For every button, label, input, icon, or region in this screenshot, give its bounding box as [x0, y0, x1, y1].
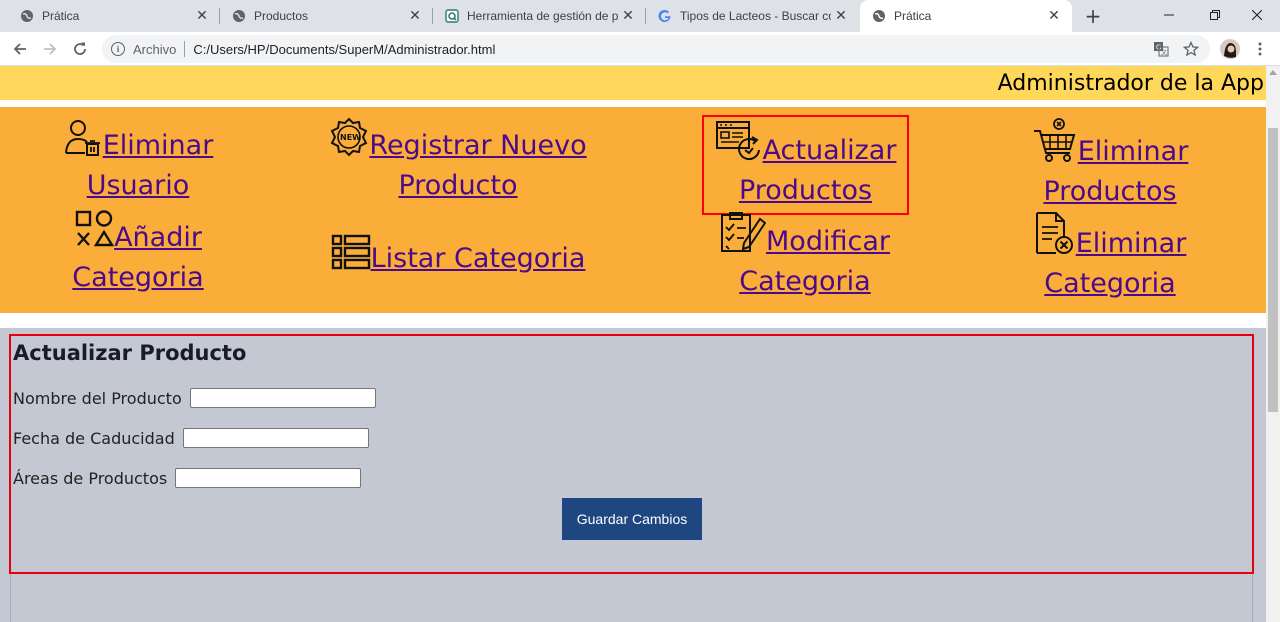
- menu-label: Listar Categoria: [370, 243, 586, 274]
- admin-menu: Eliminar Usuario NEW Registrar Nuevo Pro…: [0, 107, 1266, 313]
- menu-eliminar-productos[interactable]: Eliminar Productos: [1030, 117, 1190, 212]
- scrollbar-thumb[interactable]: [1268, 128, 1278, 412]
- edit-checklist-icon: [721, 212, 767, 252]
- menu-label: Productos: [738, 175, 873, 206]
- list-icon: [331, 234, 370, 270]
- menu-label: Categoria: [739, 266, 871, 297]
- form-title: Actualizar Producto: [13, 341, 247, 365]
- reload-button[interactable]: [67, 36, 93, 62]
- menu-registrar-producto[interactable]: NEW Registrar Nuevo Producto: [326, 117, 590, 206]
- tab-productos[interactable]: Productos ✕: [220, 0, 433, 32]
- close-icon[interactable]: ✕: [1044, 6, 1064, 26]
- cart-delete-icon: [1033, 118, 1076, 162]
- menu-label: Eliminar: [1075, 228, 1187, 259]
- menu-label: Añadir: [114, 222, 202, 253]
- address-url[interactable]: C:/Users/HP/Documents/SuperM/Administrad…: [193, 42, 495, 57]
- close-icon[interactable]: ✕: [192, 6, 212, 26]
- avatar[interactable]: [1219, 38, 1241, 60]
- close-icon[interactable]: ✕: [618, 6, 638, 26]
- globe-icon: [872, 9, 886, 23]
- menu-label: Usuario: [86, 170, 190, 201]
- update-products-icon: [715, 121, 760, 160]
- back-button[interactable]: [7, 36, 33, 62]
- address-scheme: Archivo: [133, 41, 177, 57]
- reload-icon: [74, 42, 86, 55]
- field-label: Áreas de Productos: [13, 468, 168, 488]
- tab-tipos-lacteos[interactable]: Tipos de Lacteos - Buscar con G ✕: [646, 0, 859, 32]
- menu-anadir-categoria[interactable]: Añadir Categoria: [68, 209, 208, 298]
- app-title: Administrador de la App: [997, 71, 1264, 96]
- svg-text:文: 文: [1161, 49, 1167, 57]
- close-icon[interactable]: ✕: [405, 6, 425, 26]
- page-scrollbar[interactable]: [1266, 66, 1280, 622]
- minimize-button[interactable]: [1146, 0, 1192, 30]
- tab-title: Productos: [254, 9, 309, 23]
- update-product-form: Actualizar Producto Nombre del Producto …: [9, 334, 1254, 574]
- fecha-caducidad-input[interactable]: [182, 428, 369, 448]
- more-menu-icon[interactable]: [1250, 39, 1270, 59]
- menu-label: Productos: [1043, 176, 1177, 207]
- arrow-right-icon: [44, 43, 57, 55]
- info-icon[interactable]: i: [111, 42, 125, 56]
- user-delete-icon: [64, 120, 100, 156]
- field-nombre-producto: Nombre del Producto: [13, 388, 376, 408]
- tab-practica-1[interactable]: Prática ✕: [8, 0, 220, 32]
- field-fecha-caducidad: Fecha de Caducidad: [13, 428, 369, 448]
- save-changes-button[interactable]: Guardar Cambios: [562, 498, 702, 540]
- document-delete-icon: [1035, 212, 1073, 254]
- tab-practica-active[interactable]: Prática ✕: [860, 0, 1072, 32]
- close-window-button[interactable]: [1234, 0, 1280, 30]
- close-icon[interactable]: ✕: [831, 6, 851, 26]
- shapes-icon: [75, 210, 115, 247]
- tool-icon: [445, 9, 459, 23]
- globe-icon: [232, 9, 246, 23]
- new-badge-icon: NEW: [331, 117, 368, 157]
- menu-label: Categoria: [72, 262, 204, 293]
- nombre-producto-input[interactable]: [189, 388, 376, 408]
- globe-icon: [20, 9, 34, 23]
- tab-bar: Prática ✕ Productos ✕ Herramienta de ges…: [0, 0, 1280, 32]
- address-bar[interactable]: i Archivo C:/Users/HP/Documents/SuperM/A…: [102, 35, 1210, 63]
- tab-title: Herramienta de gestión de pru: [467, 9, 618, 23]
- translate-icon[interactable]: G文: [1151, 39, 1171, 59]
- app-header: Administrador de la App: [0, 66, 1266, 100]
- menu-listar-categoria[interactable]: Listar Categoria: [328, 234, 588, 279]
- menu-label: Registrar Nuevo: [369, 130, 587, 161]
- field-label: Nombre del Producto: [13, 388, 182, 408]
- tab-title: Prática: [894, 9, 932, 23]
- scroll-up-icon[interactable]: [1269, 70, 1277, 75]
- google-icon: [658, 9, 672, 23]
- menu-label: Eliminar: [1077, 136, 1189, 167]
- svg-text:NEW: NEW: [340, 133, 361, 142]
- menu-eliminar-categoria[interactable]: Eliminar Categoria: [1030, 211, 1190, 304]
- browser-toolbar: i Archivo C:/Users/HP/Documents/SuperM/A…: [0, 32, 1280, 66]
- menu-eliminar-usuario[interactable]: Eliminar Usuario: [58, 117, 218, 206]
- field-label: Fecha de Caducidad: [13, 428, 175, 448]
- menu-actualizar-productos[interactable]: Actualizar Productos: [702, 115, 909, 215]
- page-viewport: Administrador de la App Eliminar Usuario: [0, 66, 1266, 622]
- restore-button[interactable]: [1192, 0, 1238, 30]
- tab-title: Prática: [42, 9, 80, 23]
- menu-label: Modificar: [766, 226, 890, 257]
- star-icon[interactable]: [1181, 39, 1201, 59]
- menu-label: Eliminar: [102, 130, 214, 161]
- tab-title: Tipos de Lacteos - Buscar con G: [680, 9, 831, 23]
- forward-button[interactable]: [37, 36, 63, 62]
- menu-label: Actualizar: [762, 135, 897, 166]
- menu-modificar-categoria[interactable]: Modificar Categoria: [714, 211, 896, 302]
- menu-label: Categoria: [1044, 268, 1176, 299]
- menu-label: Producto: [398, 170, 518, 201]
- tab-herramienta[interactable]: Herramienta de gestión de pru ✕: [433, 0, 646, 32]
- new-tab-button[interactable]: +: [1081, 4, 1105, 28]
- areas-productos-input[interactable]: [175, 468, 362, 488]
- field-areas-productos: Áreas de Productos: [13, 468, 362, 488]
- arrow-left-icon: [13, 43, 26, 55]
